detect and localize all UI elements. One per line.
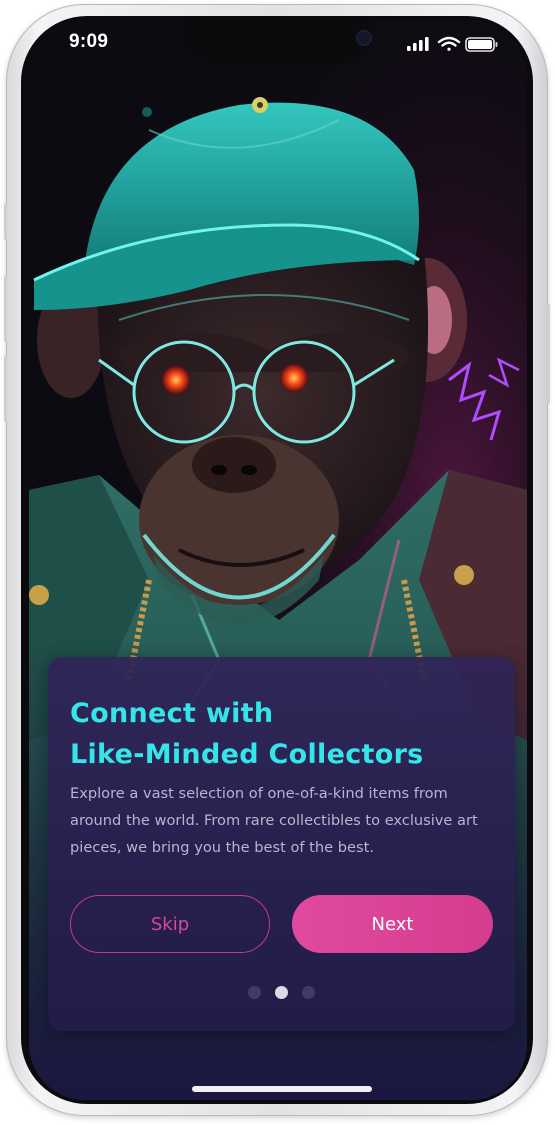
next-button[interactable]: Next [292,895,493,953]
page-indicator [48,986,515,1000]
page-dot[interactable] [248,986,261,999]
front-camera [356,30,372,46]
power-button [547,304,550,404]
onboarding-description: Explore a vast selection of one-of-a-kin… [70,785,478,856]
wifi-icon [437,36,461,51]
onboarding-card: Connect with Like-Minded Collectors Expl… [48,657,515,1031]
title-line-1: Connect with [70,698,274,729]
battery-icon [465,37,498,52]
cellular-signal-icon [407,37,429,51]
page-dot[interactable] [302,986,315,999]
title-line-2: Like-Minded Collectors [70,739,424,770]
status-icons [407,36,498,52]
volume-up-button [4,276,7,342]
volume-down-button [4,356,7,422]
home-indicator[interactable] [192,1086,372,1092]
silent-switch [4,204,7,240]
onboarding-title: Connect with Like-Minded Collectors [70,693,500,775]
page-dot-active[interactable] [275,986,288,999]
notch [182,20,372,64]
status-bar: 9:09 [29,20,527,70]
status-time: 9:09 [69,31,109,52]
app-screen: 9:09 Connect with Like-Minded Collectors… [29,20,527,1100]
skip-button[interactable]: Skip [70,895,270,953]
